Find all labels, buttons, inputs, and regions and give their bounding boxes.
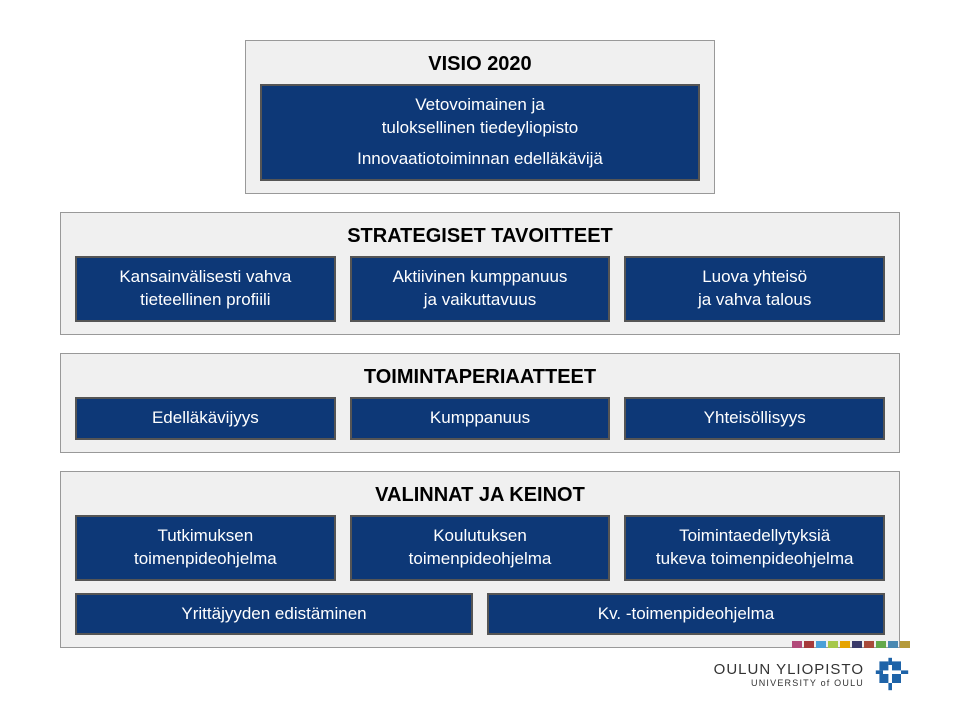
strategiset-title: STRATEGISET TAVOITTEET [75,225,885,248]
strategiset-row: Kansainvälisesti vahva tieteellinen prof… [75,256,885,322]
valinnat-row1-item-2-line1: Toimintaedellytyksiä [679,525,830,548]
valinnat-row2-item-1: Kv. -toimenpideohjelma [487,593,885,636]
color-bar [900,641,910,648]
valinnat-row1-item-0-line2: toimenpideohjelma [134,548,277,571]
valinnat-row2-item-0: Yrittäjyyden edistäminen [75,593,473,636]
valinnat-row2-item-0-label: Yrittäjyyden edistäminen [181,603,366,626]
strategiset-item-1: Aktiivinen kumppanuus ja vaikuttavuus [350,256,611,322]
toiminta-item-0: Edelläkävijyys [75,397,336,440]
toiminta-panel: TOIMINTAPERIAATTEET Edelläkävijyys Kumpp… [60,353,900,453]
university-sub: UNIVERSITY of OULU [714,678,864,688]
color-bar [828,641,838,648]
toiminta-item-1-label: Kumppanuus [430,407,530,430]
color-bar [792,641,802,648]
valinnat-title: VALINNAT JA KEINOT [75,484,885,507]
color-bars [792,641,910,648]
valinnat-row2: Yrittäjyyden edistäminen Kv. -toimenpide… [75,593,885,636]
strategiset-item-2-line1: Luova yhteisö [702,266,807,289]
color-bar [852,641,862,648]
strategiset-item-0-line2: tieteellinen profiili [140,289,270,312]
valinnat-row1-item-1-line1: Koulutuksen [433,525,527,548]
university-name: OULUN YLIOPISTO [714,661,864,678]
visio-line2: tuloksellinen tiedeyliopisto [382,117,579,140]
strategiset-item-0: Kansainvälisesti vahva tieteellinen prof… [75,256,336,322]
toiminta-item-0-label: Edelläkävijyys [152,407,259,430]
logo-text: OULUN YLIOPISTO UNIVERSITY of OULU [714,661,864,688]
valinnat-row1-item-0: Tutkimuksen toimenpideohjelma [75,515,336,581]
university-logo-icon [874,656,910,692]
valinnat-panel: VALINNAT JA KEINOT Tutkimuksen toimenpid… [60,471,900,649]
logo-row: OULUN YLIOPISTO UNIVERSITY of OULU [714,656,910,692]
color-bar [876,641,886,648]
strategiset-item-1-line1: Aktiivinen kumppanuus [393,266,568,289]
visio-subtitle: Innovaatiotoiminnan edelläkävijä [357,148,603,171]
color-bar [888,641,898,648]
toiminta-item-2: Yhteisöllisyys [624,397,885,440]
valinnat-row1-item-1: Koulutuksen toimenpideohjelma [350,515,611,581]
toiminta-row: Edelläkävijyys Kumppanuus Yhteisöllisyys [75,397,885,440]
visio-line1: Vetovoimainen ja [415,94,544,117]
toiminta-item-1: Kumppanuus [350,397,611,440]
strategiset-item-0-line1: Kansainvälisesti vahva [119,266,291,289]
valinnat-row1-item-2-line2: tukeva toimenpideohjelma [656,548,854,571]
toiminta-title: TOIMINTAPERIAATTEET [75,366,885,389]
valinnat-row1-item-1-line2: toimenpideohjelma [409,548,552,571]
color-bar [816,641,826,648]
visio-title: VISIO 2020 [260,53,700,76]
visio-panel: VISIO 2020 Vetovoimainen ja tulokselline… [245,40,715,194]
valinnat-row1-item-0-line1: Tutkimuksen [157,525,253,548]
valinnat-row1: Tutkimuksen toimenpideohjelma Koulutukse… [75,515,885,581]
color-bar [840,641,850,648]
strategiset-item-2-line2: ja vahva talous [698,289,811,312]
strategiset-item-2: Luova yhteisö ja vahva talous [624,256,885,322]
toiminta-item-2-label: Yhteisöllisyys [704,407,806,430]
color-bar [804,641,814,648]
slide-content: VISIO 2020 Vetovoimainen ja tulokselline… [60,40,900,648]
strategiset-panel: STRATEGISET TAVOITTEET Kansainvälisesti … [60,212,900,335]
visio-box: Vetovoimainen ja tuloksellinen tiedeylio… [260,84,700,181]
valinnat-row1-item-2: Toimintaedellytyksiä tukeva toimenpideoh… [624,515,885,581]
valinnat-row2-item-1-label: Kv. -toimenpideohjelma [598,603,774,626]
strategiset-item-1-line2: ja vaikuttavuus [424,289,536,312]
color-bar [864,641,874,648]
footer-logo-area: OULUN YLIOPISTO UNIVERSITY of OULU [714,641,910,692]
